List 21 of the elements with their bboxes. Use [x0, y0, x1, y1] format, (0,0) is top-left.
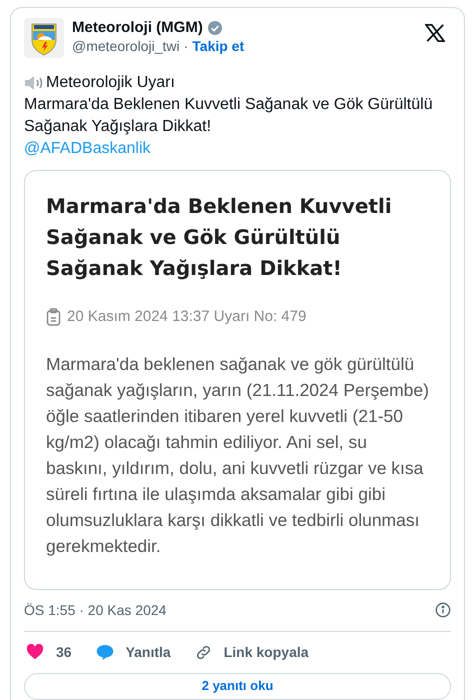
link-icon [194, 644, 212, 660]
author-name[interactable]: Meteoroloji (MGM) [72, 18, 203, 37]
speech-bubble-icon [96, 644, 114, 660]
tweet-text: Meteorolojik Uyarı [46, 73, 175, 93]
clipboard-icon [46, 308, 61, 326]
timestamp[interactable]: ÖS 1:55 · 20 Kas 2024 [24, 600, 166, 620]
tweet-text: Marmara'da Beklenen Kuvvetli Sağanak ve Gök Gürültülü Sağanak Yağışlara Dikkat! [24, 95, 434, 137]
like-button[interactable]: 36 [24, 642, 74, 662]
x-logo-icon[interactable] [425, 24, 445, 42]
warning-title: Marmara'da Beklenen Kuvvetli Sağanak ve Gök Gürültülü Sağanak Yağışlara Dikkat! [46, 193, 393, 282]
separator-dot: · [184, 37, 188, 56]
info-icon[interactable] [435, 602, 451, 618]
warning-meta: 20 Kasım 2024 13:37 Uyarı No: 479 [67, 307, 306, 327]
avatar [24, 18, 64, 58]
follow-link[interactable]: Takip et [192, 37, 244, 56]
warning-body: Marmara'da beklenen sağanak ve gök gürültülü sağanak yağışların, yarın (21.11.2024 Perşembe) öğle saatlerinden itibaren yerel kuvvetli (21-50 kg/m2) olacağı tahmin ediliyor. Ani sel, su baskını, yıldırım, dolu, ani kuvvetli rüzgar ve kısa süreli fırtına ile ulaşımda aksamalar gibi gibi olumsuzluklara karşı dikkatli ve tedbirli olunması gerekmektedir. [46, 352, 429, 558]
author-handle: @meteoroloji_twi [72, 37, 180, 56]
read-replies-button[interactable]: 2 yanıtı oku [24, 672, 451, 700]
heart-icon [26, 644, 44, 660]
reply-button[interactable]: Yanıtla [94, 642, 173, 662]
copy-link-button[interactable]: Link kopyala [192, 642, 311, 662]
